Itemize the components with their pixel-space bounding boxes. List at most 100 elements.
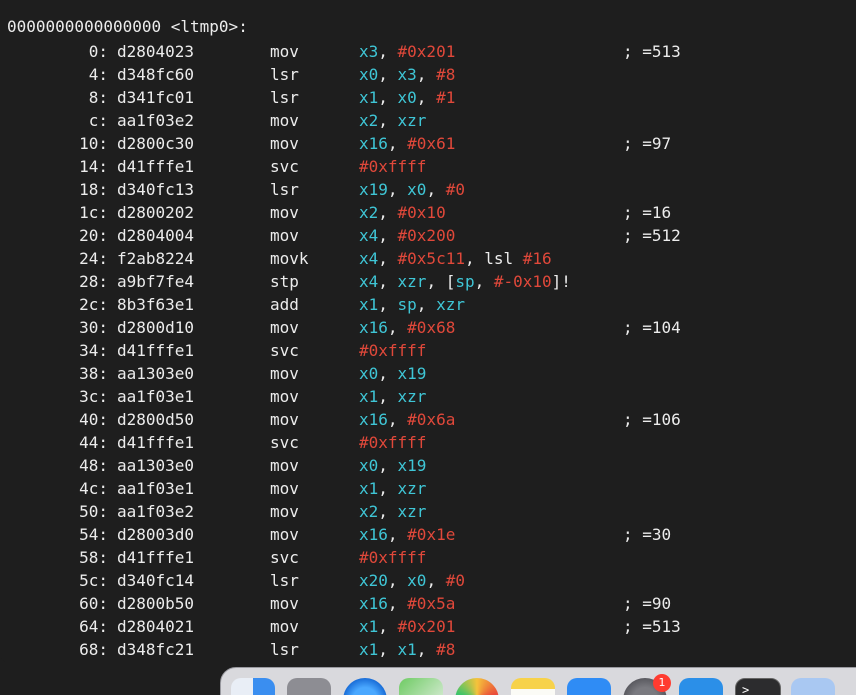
register-operand: x16 <box>359 318 388 337</box>
immediate-operand: #1 <box>436 88 456 107</box>
instruction-operands: x16, #0x1e <box>359 523 455 546</box>
instruction-mnemonic: mov <box>270 456 299 475</box>
register-operand: x16 <box>359 525 388 544</box>
operand-punctuation: , <box>387 410 408 429</box>
instruction-operands: x16, #0x61 <box>359 132 455 155</box>
instruction-address: 68: <box>79 640 108 659</box>
finder-icon[interactable] <box>231 678 275 695</box>
instruction-address: 58: <box>79 548 108 567</box>
operand-punctuation: , <box>416 295 437 314</box>
instruction-operands: x2, #0x10 <box>359 201 446 224</box>
instruction-bytes: d2800d10 <box>117 318 195 337</box>
photos-icon[interactable] <box>455 678 499 695</box>
instruction-comment: ; =30 <box>623 525 672 544</box>
operand-punctuation: , <box>378 42 398 61</box>
operand-punctuation: , <box>387 318 408 337</box>
instruction-address: 14: <box>79 157 108 176</box>
instruction-comment: ; =16 <box>623 203 672 222</box>
instruction-row: 3c: aa1f03e1 mov x1, xzr <box>0 385 856 408</box>
register-operand: x19 <box>359 180 388 199</box>
register-operand: x1 <box>359 617 379 636</box>
operand-punctuation: , <box>378 479 398 498</box>
instruction-address: 44: <box>79 433 108 452</box>
instruction-address: 10: <box>79 134 108 153</box>
instruction-row: 0: d2804023 mov x3, #0x201 ; =513 <box>0 40 856 63</box>
register-operand: x16 <box>359 594 388 613</box>
instruction-bytes: 8b3f63e1 <box>117 295 195 314</box>
instruction-bytes: d41fffe1 <box>117 157 195 176</box>
instruction-comment: ; =106 <box>623 410 681 429</box>
instruction-row: 60: d2800b50 mov x16, #0x5a ; =90 <box>0 592 856 615</box>
instruction-mnemonic: mov <box>270 502 299 521</box>
instruction-bytes: d2800d50 <box>117 410 195 429</box>
register-operand: x0 <box>407 180 427 199</box>
operand-punctuation: , <box>378 111 398 130</box>
immediate-operand: #0x61 <box>407 134 456 153</box>
instruction-mnemonic: lsr <box>270 571 299 590</box>
immediate-operand: #0x200 <box>397 226 456 245</box>
instruction-operands: #0xffff <box>359 155 426 178</box>
instruction-operands: x1, #0x201 <box>359 615 455 638</box>
operand-punctuation: , <box>378 203 398 222</box>
register-operand: x16 <box>359 410 388 429</box>
register-operand: xzr <box>397 272 427 291</box>
immediate-operand: #0xffff <box>359 433 427 452</box>
instruction-operands: x0, x3, #8 <box>359 63 455 86</box>
instruction-row: 40: d2800d50 mov x16, #0x6a ; =106 <box>0 408 856 431</box>
register-operand: x1 <box>359 295 379 314</box>
instruction-bytes: d2800b50 <box>117 594 195 613</box>
instruction-bytes: d340fc14 <box>117 571 195 590</box>
register-operand: xzr <box>397 479 427 498</box>
instruction-mnemonic: mov <box>270 387 299 406</box>
operand-punctuation: , <box>387 134 408 153</box>
immediate-operand: #-0x10 <box>493 272 552 291</box>
instruction-address: 28: <box>79 272 108 291</box>
terminal-window[interactable]: 0000000000000000 <ltmp0>: 0: d2804023 mov x… <box>0 0 856 663</box>
instruction-row: 38: aa1303e0 mov x0, x19 <box>0 362 856 385</box>
operand-punctuation: , <box>416 65 437 84</box>
immediate-operand: #16 <box>522 249 552 268</box>
instruction-row: 54: d28003d0 mov x16, #0x1e ; =30 <box>0 523 856 546</box>
register-operand: x1 <box>397 640 417 659</box>
xcode-icon[interactable] <box>567 678 611 695</box>
instruments-icon[interactable] <box>679 678 723 695</box>
maps-icon[interactable] <box>399 678 443 695</box>
operand-punctuation: , lsl <box>464 249 523 268</box>
register-operand: sp <box>397 295 417 314</box>
operand-punctuation: , <box>378 249 398 268</box>
instruction-address: 1c: <box>79 203 108 222</box>
register-operand: x1 <box>359 479 379 498</box>
register-operand: x1 <box>359 640 379 659</box>
register-operand: x3 <box>397 65 417 84</box>
launchpad-icon[interactable] <box>287 678 331 695</box>
instruction-bytes: d2804004 <box>117 226 195 245</box>
operand-punctuation: , <box>378 456 398 475</box>
operand-punctuation: , <box>378 88 398 107</box>
folder-icon[interactable] <box>791 678 835 695</box>
notes-icon[interactable] <box>511 678 555 695</box>
register-operand: x3 <box>359 42 379 61</box>
safari-icon[interactable] <box>343 678 387 695</box>
instruction-mnemonic: lsr <box>270 88 299 107</box>
instruction-row: 34: d41fffe1 svc #0xffff <box>0 339 856 362</box>
instruction-bytes: aa1f03e2 <box>117 502 195 521</box>
instruction-operands: x16, #0x68 <box>359 316 455 339</box>
register-operand: xzr <box>397 502 427 521</box>
instruction-row: 58: d41fffe1 svc #0xffff <box>0 546 856 569</box>
instruction-operands: x19, x0, #0 <box>359 178 465 201</box>
immediate-operand: #0xffff <box>359 157 427 176</box>
instruction-bytes: d2800c30 <box>117 134 195 153</box>
instruction-address: 8: <box>88 88 108 107</box>
register-operand: x1 <box>359 387 379 406</box>
instruction-row: 18: d340fc13 lsr x19, x0, #0 <box>0 178 856 201</box>
instruction-operands: x0, x19 <box>359 362 426 385</box>
operand-punctuation: , <box>378 65 398 84</box>
register-operand: x0 <box>359 65 379 84</box>
instruction-row: 30: d2800d10 mov x16, #0x68 ; =104 <box>0 316 856 339</box>
instruction-bytes: d2804023 <box>117 42 195 61</box>
terminal-icon[interactable]: >_ <box>735 678 781 695</box>
operand-punctuation: , <box>387 525 408 544</box>
instruction-comment: ; =512 <box>623 226 681 245</box>
instruction-bytes: d348fc21 <box>117 640 195 659</box>
instruction-row: 2c: 8b3f63e1 add x1, sp, xzr <box>0 293 856 316</box>
